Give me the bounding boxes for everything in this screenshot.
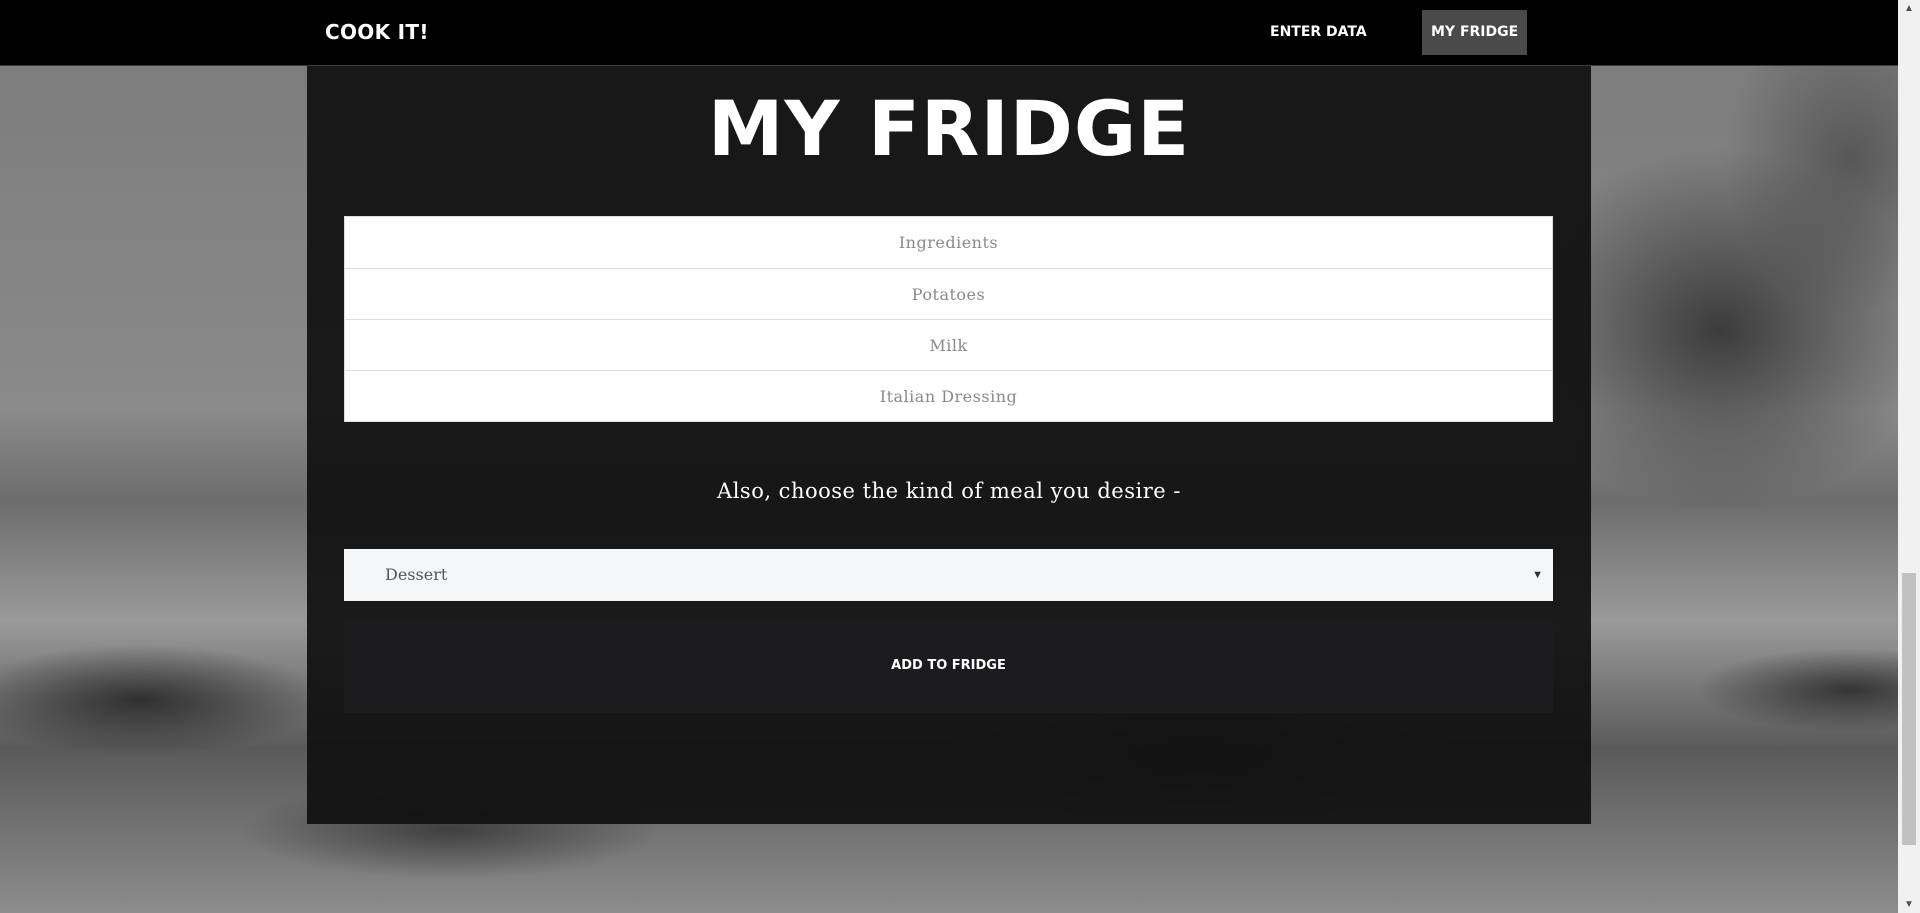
nav-my-fridge[interactable]: MY FRIDGE bbox=[1422, 10, 1528, 55]
page-scrollbar[interactable]: ▲ ▼ bbox=[1898, 0, 1920, 913]
caret-down-icon: ▼ bbox=[1532, 569, 1543, 581]
page-title: MY FRIDGE bbox=[707, 84, 1191, 173]
nav-enter-data[interactable]: ENTER DATA bbox=[1261, 10, 1376, 55]
meal-prompt: Also, choose the kind of meal you desire… bbox=[717, 479, 1181, 503]
list-item: Potatoes bbox=[345, 268, 1552, 319]
ingredients-list: Ingredients Potatoes Milk Italian Dressi… bbox=[344, 216, 1553, 422]
list-item: Italian Dressing bbox=[345, 370, 1552, 421]
list-item: Milk bbox=[345, 319, 1552, 370]
top-navbar: COOK IT! ENTER DATA MY FRIDGE bbox=[0, 0, 1898, 66]
arrow-up-icon[interactable]: ▲ bbox=[1898, 0, 1920, 17]
list-item: Ingredients bbox=[898, 233, 999, 252]
scrollbar-thumb[interactable] bbox=[1902, 573, 1916, 845]
add-to-fridge-button[interactable]: ADD TO FRIDGE bbox=[344, 619, 1553, 713]
brand-logo[interactable]: COOK IT! bbox=[325, 0, 429, 65]
arrow-down-icon[interactable]: ▼ bbox=[1898, 896, 1920, 913]
main-panel: MY FRIDGE Ingredients Potatoes Milk Ital… bbox=[307, 66, 1591, 824]
meal-type-select[interactable]: Dessert ▼ bbox=[344, 549, 1553, 601]
meal-type-value: Dessert bbox=[385, 565, 448, 584]
